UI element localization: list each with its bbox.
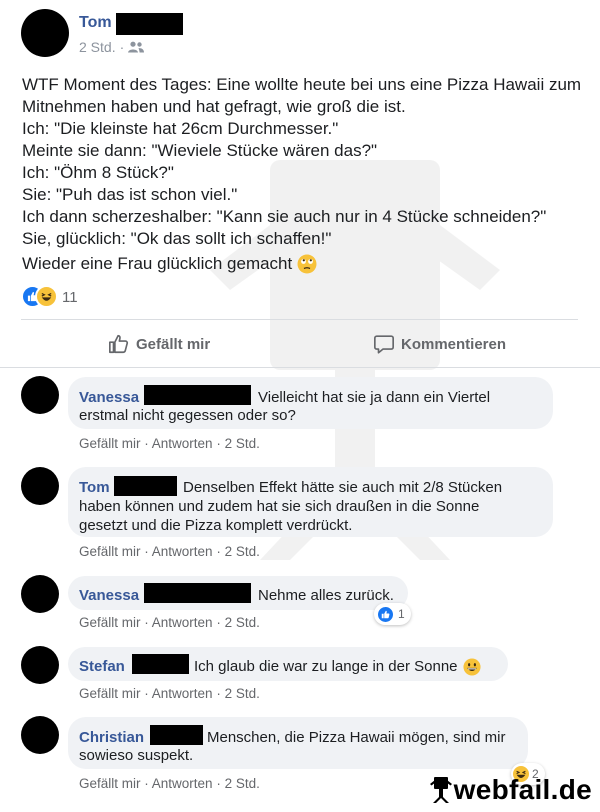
thumbs-up-icon xyxy=(109,334,129,354)
comment-time[interactable]: 2 Std. xyxy=(225,436,260,451)
commenter-avatar[interactable] xyxy=(21,575,59,613)
comment-reply-link[interactable]: Antworten xyxy=(152,615,213,630)
comment-author[interactable]: Christian xyxy=(79,728,144,747)
reaction-count[interactable]: 11 xyxy=(62,289,78,306)
post-text-line: WTF Moment des Tages: Eine wollte heute … xyxy=(22,75,582,94)
like-button-label: Gefällt mir xyxy=(136,335,211,353)
commenter-avatar[interactable] xyxy=(21,716,59,754)
like-button[interactable]: Gefällt mir xyxy=(108,332,210,356)
comment-reply-link[interactable]: Antworten xyxy=(152,686,213,701)
comment-text-line: sowieso suspekt. xyxy=(79,747,194,764)
comment-like-link[interactable]: Gefällt mir xyxy=(79,686,141,701)
watermark-text: webfail.de xyxy=(453,774,592,805)
comment-text-line: Menschen, die Pizza Hawaii mögen, sind m… xyxy=(207,729,506,746)
comment-actions: Gefällt mir · Antworten · 2 Std. xyxy=(79,436,260,451)
redacted-surname xyxy=(114,476,177,496)
comment-reaction-count: 1 xyxy=(398,607,405,621)
comment-text-line: haben können und zudem hat sie sich drau… xyxy=(79,498,480,515)
comment-text-line-with-emoji: Ich glaub die war zu lange in der Sonne xyxy=(194,657,481,676)
comment-time[interactable]: 2 Std. xyxy=(225,544,260,559)
post-time[interactable]: 2 Std. xyxy=(79,39,116,55)
redacted-surname xyxy=(144,385,251,405)
post-text-line: Ich: "Die kleinste hat 26cm Durchmesser.… xyxy=(22,119,339,138)
comment-actions: Gefällt mir · Antworten · 2 Std. xyxy=(79,776,260,791)
comment-button[interactable]: Kommentieren xyxy=(373,332,506,356)
comment-author[interactable]: Vanessa xyxy=(79,586,139,605)
redacted-surname xyxy=(144,583,251,603)
post-author-name[interactable]: Tom xyxy=(79,14,112,32)
comment-text-line: Vielleicht hat sie ja dann ein Viertel xyxy=(258,389,491,406)
post-text-line: Meinte sie dann: "Wieviele Stücke wären … xyxy=(22,141,378,160)
comment-author[interactable]: Vanessa xyxy=(79,388,139,407)
grinning-emoji-icon xyxy=(462,657,481,676)
comment-author[interactable]: Stefan xyxy=(79,657,125,676)
post-text-line: Mitnehmen haben und hat gefragt, wie gro… xyxy=(22,97,406,116)
like-reaction-icon xyxy=(376,604,395,624)
comment-text-line: erstmal nicht gegessen oder so? xyxy=(79,407,296,424)
comment-text-line: Denselben Effekt hätte sie auch mit 2/8 … xyxy=(183,479,503,496)
comment-button-label: Kommentieren xyxy=(401,335,507,353)
post-text-line: Ich: "Öhm 8 Stück?" xyxy=(22,163,174,182)
friends-icon xyxy=(128,41,145,53)
post-text-line: Sie: "Puh das ist schon viel." xyxy=(22,185,238,204)
comment-author[interactable]: Tom xyxy=(79,478,110,497)
comment-actions: Gefällt mir · Antworten · 2 Std. xyxy=(79,544,260,559)
commenter-avatar[interactable] xyxy=(21,646,59,684)
comment-like-link[interactable]: Gefällt mir xyxy=(79,615,141,630)
comment-time[interactable]: 2 Std. xyxy=(225,615,260,630)
post-text-line: Wieder eine Frau glücklich gemacht xyxy=(22,254,293,273)
haha-reaction-icon[interactable] xyxy=(35,285,58,308)
comment-reply-link[interactable]: Antworten xyxy=(152,544,213,559)
commenter-avatar[interactable] xyxy=(21,467,59,505)
speech-bubble-icon xyxy=(374,335,394,354)
comment-actions: Gefällt mir · Antworten · 2 Std. xyxy=(79,615,260,630)
post-text-line-last: Wieder eine Frau glücklich gemacht xyxy=(22,253,317,275)
redacted-surname xyxy=(132,654,189,674)
redacted-surname xyxy=(150,725,203,745)
comment-like-link[interactable]: Gefällt mir xyxy=(79,776,141,791)
commenter-avatar[interactable] xyxy=(21,376,59,414)
comment-text-line: Ich glaub die war zu lange in der Sonne xyxy=(194,658,458,675)
comment-reply-link[interactable]: Antworten xyxy=(152,436,213,451)
comment-like-link[interactable]: Gefällt mir xyxy=(79,436,141,451)
comment-like-link[interactable]: Gefällt mir xyxy=(79,544,141,559)
webfail-mascot-icon xyxy=(429,777,452,803)
divider xyxy=(21,319,578,320)
post-text-line: Ich dann scherzeshalber: "Kann sie auch … xyxy=(22,207,547,226)
comment-reaction-badge[interactable]: 1 xyxy=(374,603,411,625)
comment-actions: Gefällt mir · Antworten · 2 Std. xyxy=(79,686,260,701)
comment-time[interactable]: 2 Std. xyxy=(225,776,260,791)
divider xyxy=(0,367,600,368)
post-meta: 2 Std. · xyxy=(79,39,145,55)
comment-text-line: gesetzt und die Pizza komplett verdrückt… xyxy=(79,517,353,534)
comment-reply-link[interactable]: Antworten xyxy=(152,776,213,791)
site-watermark: webfail.de xyxy=(429,774,592,806)
post-text-line: Sie, glücklich: "Ok das sollt ich schaff… xyxy=(22,229,332,248)
dot-separator: · xyxy=(119,39,125,55)
post-author-avatar[interactable] xyxy=(21,9,69,57)
comment-text-line: Nehme alles zurück. xyxy=(258,587,394,604)
eye-roll-emoji-icon xyxy=(297,254,317,274)
comment-time[interactable]: 2 Std. xyxy=(225,686,260,701)
redacted-surname xyxy=(116,13,183,35)
